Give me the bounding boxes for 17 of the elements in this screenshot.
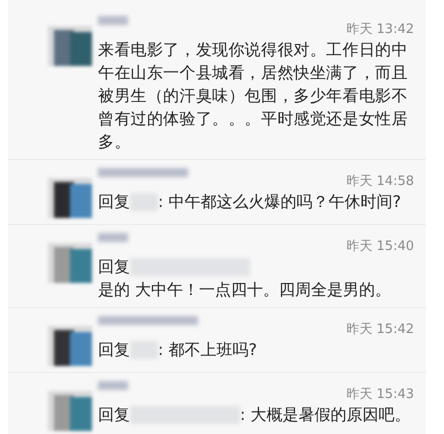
comment-text: : 中午都这么火爆的吗？午休时间? (158, 191, 401, 213)
comment-time: 昨天 15:43 (346, 386, 414, 403)
redacted-name (98, 381, 128, 390)
comment-time: 昨天 14:58 (346, 173, 414, 190)
reply-label: 回复 (98, 339, 130, 361)
comment-time: 昨天 15:42 (346, 321, 414, 338)
reply-label: 回复 (98, 191, 130, 213)
comment-text: 是的 大中午！一点四十。四周全是男的。 (98, 279, 392, 301)
redacted-name (98, 233, 128, 242)
comment-text: : 大概是暑假的原因吧。 (240, 404, 410, 426)
comment-text: 来看电影了，发现你说得很对。工作日的中午在山东一个县城看，居然快坐满了，而且被男生（的汗臭味）包围，多少年看电影不曾有过的体验了。。。平时感觉还是女性居多。 (98, 39, 409, 153)
reply-label: 回复 (98, 256, 130, 278)
comment-time: 昨天 13:42 (346, 21, 414, 38)
comment-text: : 都不上班吗? (158, 339, 257, 361)
redacted-name (98, 16, 128, 25)
comment-time: 昨天 15:40 (346, 238, 414, 255)
reply-label: 回复 (98, 404, 130, 426)
